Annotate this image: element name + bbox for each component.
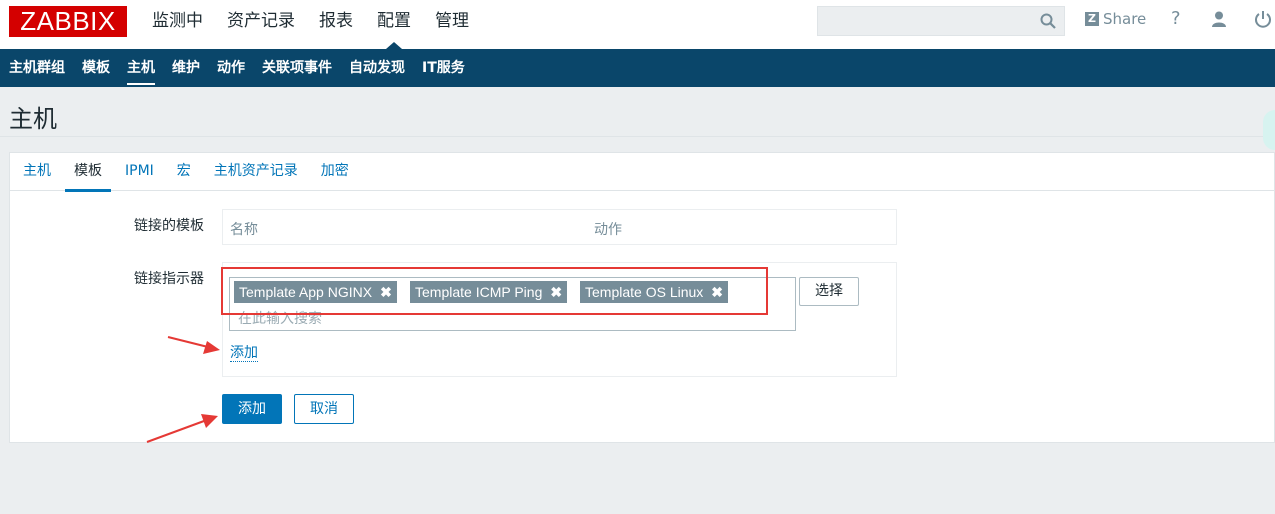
global-search-input[interactable]: [817, 6, 1065, 36]
sub-nav: 主机群组 模板 主机 维护 动作 关联项事件 自动发现 IT服务: [0, 49, 1275, 87]
column-name: 名称: [230, 222, 258, 238]
linked-templates-table: [222, 209, 897, 245]
nav-administration[interactable]: 管理: [423, 0, 481, 42]
tab-host[interactable]: 主机: [14, 153, 60, 190]
subnav-maintenance[interactable]: 维护: [164, 49, 208, 87]
share-button[interactable]: Z Share: [1085, 10, 1146, 28]
subnav-templates[interactable]: 模板: [74, 49, 118, 87]
subnav-correlation[interactable]: 关联项事件: [254, 49, 340, 87]
help-icon[interactable]: ?: [1171, 8, 1181, 29]
form-tabs: 主机 模板 IPMI 宏 主机资产记录 加密: [10, 153, 1274, 192]
add-template-link[interactable]: 添加: [230, 345, 258, 362]
link-new-templates-label: 链接指示器: [134, 271, 204, 287]
nav-configuration[interactable]: 配置: [365, 0, 423, 49]
subnav-host-groups[interactable]: 主机群组: [1, 49, 73, 87]
user-profile-icon[interactable]: [1210, 10, 1228, 33]
tab-templates[interactable]: 模板: [65, 153, 111, 192]
tab-encryption[interactable]: 加密: [312, 153, 358, 190]
linked-templates-label: 链接的模板: [134, 218, 204, 234]
cancel-button[interactable]: 取消: [294, 394, 354, 424]
zabbix-share-icon: Z: [1085, 12, 1099, 26]
subnav-actions[interactable]: 动作: [209, 49, 253, 87]
tab-macros[interactable]: 宏: [168, 153, 200, 190]
sign-out-icon[interactable]: [1254, 10, 1272, 33]
search-icon[interactable]: [1040, 13, 1056, 33]
nav-inventory[interactable]: 资产记录: [215, 0, 307, 42]
side-widget[interactable]: [1263, 110, 1275, 150]
submit-add-button[interactable]: 添加: [222, 394, 282, 424]
subnav-it-services[interactable]: IT服务: [414, 49, 473, 87]
tab-ipmi[interactable]: IPMI: [116, 153, 163, 190]
annotation-highlight-box: [221, 267, 768, 315]
subnav-hosts[interactable]: 主机: [119, 49, 163, 87]
title-divider: [0, 136, 1275, 137]
nav-monitoring[interactable]: 监测中: [140, 0, 215, 42]
main-nav: 监测中 资产记录 报表 配置 管理: [140, 0, 481, 49]
share-label: Share: [1103, 10, 1147, 28]
tab-inventory[interactable]: 主机资产记录: [205, 153, 307, 190]
zabbix-logo[interactable]: ZABBIX: [9, 6, 127, 37]
select-button[interactable]: 选择: [799, 277, 859, 306]
top-header: ZABBIX 监测中 资产记录 报表 配置 管理 Z Share ?: [0, 0, 1275, 49]
column-action: 动作: [594, 222, 622, 238]
page-title: 主机: [9, 105, 57, 133]
subnav-discovery[interactable]: 自动发现: [341, 49, 413, 87]
nav-reports[interactable]: 报表: [307, 0, 365, 42]
